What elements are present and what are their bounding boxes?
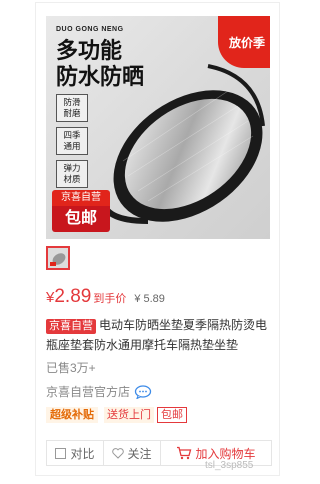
compare-button[interactable]: 对比 <box>47 441 104 465</box>
promo-tags: 超级补贴 送货上门 包邮 <box>46 407 187 423</box>
jd-selfrun-badge: 京喜自营 包邮 <box>52 190 110 234</box>
heart-icon <box>112 447 125 459</box>
add-to-cart-label: 加入购物车 <box>195 446 256 461</box>
follow-button[interactable]: 关注 <box>104 441 161 465</box>
follow-label: 关注 <box>127 446 152 461</box>
feature-tag: 弹力 材质 <box>56 160 88 188</box>
product-title[interactable]: 京喜自营 电动车防晒坐垫夏季隔热防烫电瓶座垫套防水通用摩托车隔热垫坐垫 <box>46 315 274 355</box>
cart-icon <box>177 446 192 460</box>
chat-icon[interactable] <box>134 384 152 399</box>
compare-label: 对比 <box>70 446 95 461</box>
thumbnail-image <box>48 248 68 268</box>
seat-cover-illustration <box>105 64 265 224</box>
subsidy-tag: 超级补贴 <box>46 407 98 423</box>
free-shipping-tag: 包邮 <box>157 407 187 423</box>
product-card: DUO GONG NENG 多功能 防水防晒 防滑 耐磨 四季 通用 弹力 材质… <box>35 2 280 476</box>
self-run-badge: 京喜自营 <box>46 319 96 334</box>
price-row: ¥ 2.89 到手价 ¥ 5.89 <box>46 286 165 308</box>
price-value: 2.89 <box>54 286 92 307</box>
season-badge: 放价季 <box>218 16 270 68</box>
shop-name[interactable]: 京喜自营官方店 <box>46 383 130 400</box>
feature-tags: 防滑 耐磨 四季 通用 弹力 材质 <box>56 94 88 193</box>
price-currency: ¥ <box>46 289 55 306</box>
price-label: 到手价 <box>93 293 127 305</box>
feature-tag: 防滑 耐磨 <box>56 94 88 122</box>
compare-checkbox[interactable] <box>55 447 67 459</box>
product-image[interactable]: DUO GONG NENG 多功能 防水防晒 防滑 耐磨 四季 通用 弹力 材质… <box>46 16 270 239</box>
thumbnail[interactable] <box>46 246 70 270</box>
watermark: tsl_3sp855 <box>205 460 254 471</box>
delivery-tag: 送货上门 <box>104 407 154 423</box>
brand-tagline: DUO GONG NENG <box>56 26 124 33</box>
feature-tag: 四季 通用 <box>56 127 88 155</box>
original-price: ¥ 5.89 <box>134 293 165 305</box>
sold-count: 已售3万+ <box>46 361 96 375</box>
shop-row: 京喜自营官方店 <box>46 383 152 400</box>
